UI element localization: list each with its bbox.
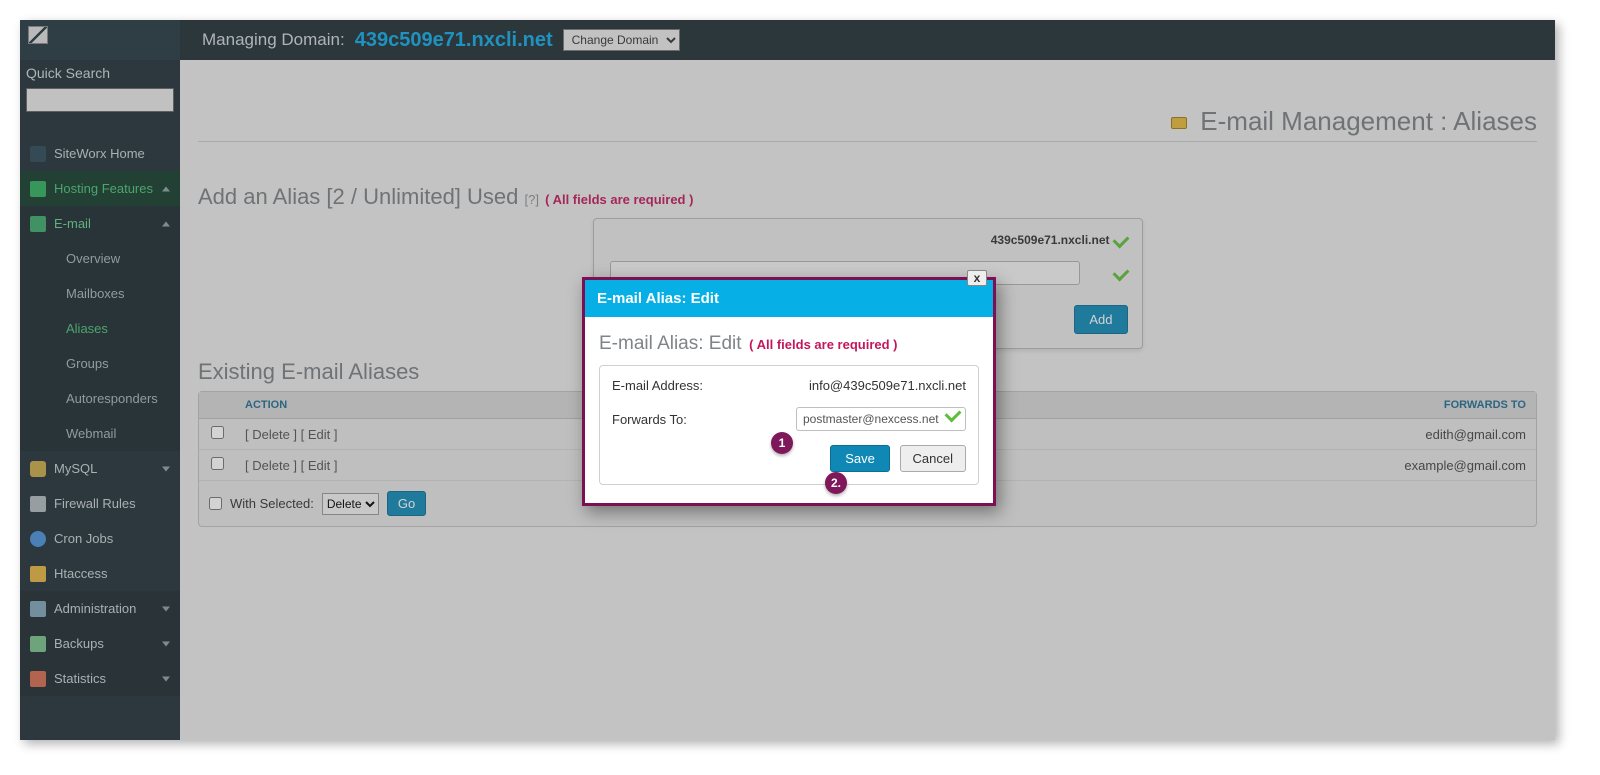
sidebar-item-label: SiteWorx Home (54, 146, 145, 161)
help-icon[interactable]: [?] (525, 192, 539, 207)
row-forwards: example@gmail.com (1196, 451, 1536, 480)
save-button[interactable]: Save (830, 445, 890, 472)
modal-titlebar: E-mail Alias: Edit x (585, 280, 993, 317)
logo-area (20, 20, 180, 60)
chevron-up-icon (162, 221, 170, 226)
sidebar-item-firewall[interactable]: Firewall Rules (20, 486, 180, 521)
chevron-down-icon (162, 641, 170, 646)
database-icon (30, 461, 46, 477)
sidebar-menu: SiteWorx Home Hosting Features E-mail Ov… (20, 136, 180, 696)
add-button[interactable]: Add (1074, 305, 1127, 334)
add-alias-title: Add an Alias [2 / Unlimited] Used [?] ( … (198, 184, 1537, 210)
quick-search-input[interactable] (26, 88, 174, 112)
app-frame: Managing Domain: 439c509e71.nxcli.net Ch… (20, 20, 1555, 740)
sidebar-item-label: MySQL (54, 461, 97, 476)
annotation-badge-2: 2. (825, 472, 847, 494)
change-domain-select[interactable]: Change Domain (563, 29, 680, 51)
go-button[interactable]: Go (387, 491, 426, 516)
folder-icon (30, 566, 46, 582)
close-icon[interactable]: x (967, 270, 987, 286)
check-icon (1112, 265, 1129, 282)
sidebar-item-cron[interactable]: Cron Jobs (20, 521, 180, 556)
bulk-label: With Selected: (230, 496, 314, 511)
modal-body: E-mail Alias: Edit ( All fields are requ… (585, 317, 993, 503)
modal-heading: E-mail Alias: Edit (599, 333, 742, 354)
email-address-label: E-mail Address: (612, 378, 703, 393)
sidebar-item-label: Statistics (54, 671, 106, 686)
row-actions[interactable]: [ Delete ] [ Edit ] (245, 427, 338, 442)
modal-form: E-mail Address: info@439c509e71.nxcli.ne… (599, 365, 979, 485)
clock-icon (30, 531, 46, 547)
forwards-to-label: Forwards To: (612, 412, 687, 427)
sidebar-item-label: Cron Jobs (54, 531, 113, 546)
sidebar-item-aliases[interactable]: Aliases (20, 311, 180, 346)
sidebar-item-htaccess[interactable]: Htaccess (20, 556, 180, 591)
row-checkbox[interactable] (211, 457, 224, 470)
sidebar-item-home[interactable]: SiteWorx Home (20, 136, 180, 171)
sidebar-item-label: Backups (54, 636, 104, 651)
chevron-down-icon (162, 606, 170, 611)
chevron-up-icon (162, 186, 170, 191)
email-address-value: info@439c509e71.nxcli.net (809, 378, 966, 393)
modal-required-note: ( All fields are required ) (749, 337, 897, 352)
topbar: Managing Domain: 439c509e71.nxcli.net Ch… (180, 20, 1555, 60)
archive-icon (30, 636, 46, 652)
monitor-icon (30, 181, 46, 197)
domain-suffix: 439c509e71.nxcli.net (991, 233, 1110, 247)
sidebar-item-label: Firewall Rules (54, 496, 136, 511)
sidebar-item-label: Hosting Features (54, 181, 153, 196)
forwards-to-input[interactable] (796, 407, 966, 431)
email-submenu: Overview Mailboxes Aliases Groups Autore… (20, 241, 180, 451)
sidebar-item-autoresponders[interactable]: Autoresponders (20, 381, 180, 416)
sidebar-item-admin[interactable]: Administration (20, 591, 180, 626)
bulk-action-select[interactable]: Delete (322, 493, 379, 515)
sidebar-item-label: E-mail (54, 216, 91, 231)
sidebar-item-mailboxes[interactable]: Mailboxes (20, 276, 180, 311)
sidebar: Quick Search SiteWorx Home Hosting Featu… (20, 60, 180, 740)
row-actions[interactable]: [ Delete ] [ Edit ] (245, 458, 338, 473)
chart-icon (30, 671, 46, 687)
sidebar-item-statistics[interactable]: Statistics (20, 661, 180, 696)
annotation-badge-1: 1 (771, 432, 793, 454)
current-domain: 439c509e71.nxcli.net (355, 29, 553, 52)
required-note: ( All fields are required ) (545, 192, 693, 207)
sidebar-item-overview[interactable]: Overview (20, 241, 180, 276)
row-checkbox[interactable] (211, 426, 224, 439)
wrench-icon (30, 601, 46, 617)
home-icon (30, 146, 46, 162)
modal-title-text: E-mail Alias: Edit (597, 290, 719, 307)
quick-search-label: Quick Search (26, 65, 110, 81)
chevron-down-icon (162, 466, 170, 471)
sidebar-item-groups[interactable]: Groups (20, 346, 180, 381)
cancel-button[interactable]: Cancel (900, 445, 966, 472)
managing-domain-label: Managing Domain: (202, 30, 345, 50)
select-all-checkbox[interactable] (209, 497, 222, 510)
sidebar-item-hosting[interactable]: Hosting Features (20, 171, 180, 206)
col-action: ACTION (235, 392, 575, 418)
sidebar-item-mysql[interactable]: MySQL (20, 451, 180, 486)
sidebar-item-backups[interactable]: Backups (20, 626, 180, 661)
broken-image-icon (28, 26, 48, 44)
page-title-text: E-mail Management : Aliases (1200, 106, 1537, 136)
firewall-icon (30, 496, 46, 512)
sidebar-item-email[interactable]: E-mail (20, 206, 180, 241)
edit-alias-modal: E-mail Alias: Edit x E-mail Alias: Edit … (582, 277, 996, 506)
row-forwards: edith@gmail.com (1196, 420, 1536, 449)
page-title: E-mail Management : Aliases (198, 60, 1537, 142)
sidebar-item-label: Administration (54, 601, 136, 616)
col-forwards: FORWARDS TO (1196, 392, 1536, 418)
mail-icon (30, 216, 46, 232)
add-alias-title-text: Add an Alias [2 / Unlimited] Used (198, 184, 518, 209)
check-icon (1112, 232, 1129, 249)
sidebar-item-label: Htaccess (54, 566, 107, 581)
chevron-down-icon (162, 676, 170, 681)
mail-card-icon (1171, 117, 1187, 129)
sidebar-item-webmail[interactable]: Webmail (20, 416, 180, 451)
